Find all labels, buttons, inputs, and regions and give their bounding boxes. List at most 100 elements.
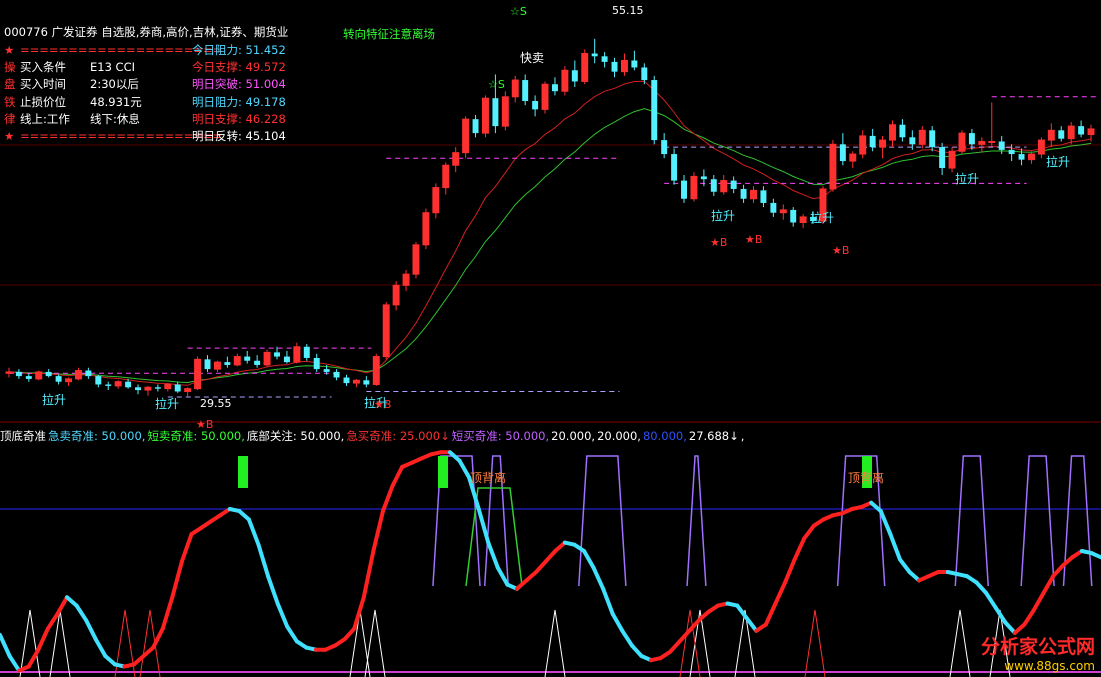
indicator-item: 顶底奇准 [0, 429, 46, 443]
indicator-item: 20.000, [551, 429, 596, 443]
stock-name: 广发证券 [51, 25, 98, 39]
osc-trapezoid [1062, 455, 1093, 587]
peak-price-label: 55.15 [612, 4, 644, 17]
candle-body-up [1087, 128, 1095, 136]
osc-curve-segment [974, 580, 989, 595]
pull-up-label: 拉升 [810, 210, 834, 225]
candle-body-up [948, 150, 956, 169]
candle-body-down [532, 100, 539, 110]
info-row-mid: E13 CCI [90, 60, 136, 75]
candle-body-up [799, 216, 807, 223]
candle-body-up [194, 358, 202, 390]
osc-curve-segment [878, 509, 893, 537]
info-row-label: 线上:工作 [20, 111, 70, 126]
osc-spike [544, 609, 566, 677]
candle-body-up [978, 140, 986, 145]
candle-body-up [442, 164, 450, 189]
osc-curve-segment [275, 601, 290, 629]
osc-curve-segment [543, 549, 558, 564]
candle-body-up [1037, 139, 1045, 155]
candle-body-down [740, 188, 747, 199]
candle-body-down [85, 370, 92, 377]
candle-body-down [154, 387, 161, 389]
candle-body-down [323, 369, 330, 372]
info-row-mark: 盘 [4, 77, 16, 92]
osc-curve-segment [380, 483, 395, 514]
osc-signal-block [238, 456, 248, 488]
candle-body-down [333, 371, 340, 378]
osc-curve-segment [457, 458, 472, 480]
candle-body-down [790, 209, 797, 223]
info-row-label: ===================== [20, 129, 223, 143]
candle-body-up [352, 379, 360, 384]
info-row-key: 明日反转: [192, 129, 242, 143]
candle-body-down [899, 124, 906, 138]
candle-body-down [909, 137, 916, 145]
indicator-title-bar: 顶底奇准 急卖奇准: 50.000, 短卖奇准: 50.000, 底部关注: 50.0… [0, 428, 746, 444]
candle-body-up [5, 371, 13, 374]
indicator-item: 27.688↓ [688, 429, 739, 443]
osc-signal-block [438, 456, 448, 488]
info-row-value: 51.452 [241, 43, 286, 57]
candle-body-up [372, 356, 380, 385]
buy-signal-label: ★B [710, 236, 727, 249]
candle-body-down [939, 147, 946, 169]
info-row-key: 明日阻力: [192, 94, 242, 109]
sell-fast-label: 快卖 [520, 51, 544, 65]
candle-body-up [432, 187, 440, 214]
candle-body-up [481, 97, 489, 134]
candle-body-up [501, 96, 509, 127]
candle-body-down [254, 360, 261, 365]
osc-curve-segment [897, 557, 912, 574]
candle-body-up [114, 381, 122, 387]
sell-signal-label: ☆S [488, 78, 505, 91]
candle-body-down [472, 119, 479, 134]
candle-body-up [462, 118, 470, 154]
osc-curve-segment [984, 591, 998, 610]
candle-body-up [412, 244, 420, 275]
top-divergence-label: 顶背离 [470, 470, 506, 485]
osc-curve-segment [74, 603, 89, 623]
osc-curve-segment [246, 517, 261, 547]
candle-body-up [620, 59, 628, 73]
osc-curve-segment [0, 633, 12, 658]
osc-curve-segment [773, 580, 788, 606]
info-row-key: 明日突破: [192, 77, 242, 92]
candle-body-down [55, 376, 62, 382]
info-row-key: 今日阻力: [192, 43, 242, 57]
candle-body-down [1008, 149, 1015, 155]
candle-body-down [839, 144, 846, 162]
candle-body-down [641, 67, 648, 81]
candle-body-down [492, 98, 499, 127]
osc-curve-segment [1031, 591, 1046, 612]
candle-body-up [213, 361, 221, 370]
info-row-key: 今日支撑: [192, 60, 242, 75]
candle-body-down [651, 80, 658, 141]
info-row: 操买入条件 E13 CCI 今日支撑: 49.572 [4, 59, 286, 75]
osc-curve-segment [285, 624, 299, 644]
candle-body-down [571, 70, 578, 82]
candle-body-up [879, 139, 887, 148]
candle-body-down [313, 357, 320, 370]
candle-body-down [631, 60, 638, 68]
candle-body-down [174, 384, 181, 392]
candle-body-up [1047, 129, 1055, 141]
info-row-value: 51.004 [241, 77, 286, 92]
candle-body-down [700, 176, 707, 180]
candle-body-down [601, 56, 608, 62]
osc-curve-segment [783, 557, 797, 585]
candle-body-up [144, 386, 152, 391]
osc-curve-segment [93, 637, 108, 658]
pull-up-label: 拉升 [955, 171, 979, 186]
candle-body-down [283, 356, 290, 363]
candle-body-down [204, 359, 211, 370]
osc-curve-segment [601, 586, 615, 616]
candle-body-up [402, 273, 410, 286]
osc-curve-segment [7, 654, 22, 673]
candle-body-up [1067, 125, 1075, 140]
candle-body-down [303, 346, 310, 358]
info-row-mid: 线下:休息 [90, 111, 140, 126]
osc-curve-segment [390, 465, 405, 488]
candle-body-up [65, 378, 73, 383]
osc-curve-segment [792, 536, 807, 562]
